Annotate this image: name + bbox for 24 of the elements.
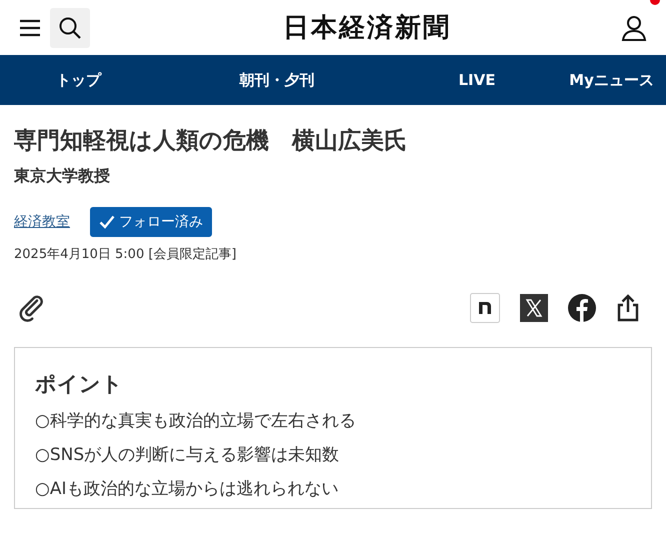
search-button[interactable] [50, 8, 90, 48]
site-logo[interactable]: 日本経済新聞 [90, 10, 614, 45]
facebook-share-icon[interactable] [568, 294, 596, 322]
point-item: ○SNSが人の判断に与える影響は未知数 [35, 444, 340, 466]
nav-link[interactable]: Myニュース [557, 70, 666, 90]
nav-link[interactable]: LIVE [397, 71, 557, 89]
series-link[interactable]: 経済教室 [14, 213, 70, 231]
nav-link[interactable]: 朝刊・夕刊 [157, 70, 397, 90]
follow-button[interactable]: フォロー済み [90, 207, 212, 237]
search-icon [58, 16, 82, 40]
paperclip-icon[interactable] [18, 294, 46, 322]
note-share-icon[interactable] [470, 293, 500, 323]
nav-link[interactable]: トップ [0, 70, 157, 90]
person-icon [621, 14, 647, 40]
points-heading: ポイント [35, 371, 124, 398]
share-icon[interactable] [616, 294, 640, 322]
x-share-icon[interactable] [520, 294, 548, 322]
article-title: 専門知軽視は人類の危機 横山広美氏 [14, 126, 408, 156]
menu-icon [19, 18, 41, 36]
point-item: ○科学的な真実も政治的立場で左右される [35, 410, 357, 432]
publish-date: 2025年4月10日 5:00 [会員限定記事] [14, 246, 238, 263]
point-item: ○AIも政治的な立場からは逃れられない [35, 478, 340, 500]
check-icon [99, 215, 115, 229]
author-title: 東京大学教授 [14, 166, 111, 187]
